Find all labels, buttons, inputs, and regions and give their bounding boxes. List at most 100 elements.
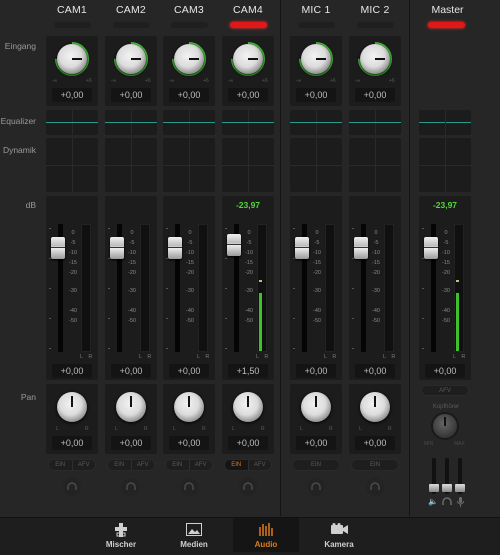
meter-channel-r: [204, 225, 207, 351]
pan-value[interactable]: +0,00: [52, 436, 92, 450]
solo-headphones-button[interactable]: [63, 478, 81, 496]
microphone-icon: [457, 497, 464, 509]
fader-handle[interactable]: [51, 237, 65, 259]
pan-value[interactable]: +0,00: [355, 436, 395, 450]
tally-indicator: [54, 22, 91, 28]
fader-handle[interactable]: [110, 237, 124, 259]
row-label-dynamics: Dynamik: [2, 145, 36, 155]
nav-audio-label: Audio: [254, 540, 278, 549]
master-dynamics-panel[interactable]: [419, 138, 471, 192]
fader-handle[interactable]: [442, 484, 452, 492]
nav-camera[interactable]: Kamera: [306, 518, 372, 552]
input-gain-value[interactable]: +0,00: [296, 88, 336, 102]
on-button[interactable]: EIN: [166, 460, 189, 470]
afv-button[interactable]: AFV: [71, 460, 96, 470]
input-gain-knob[interactable]: [301, 44, 331, 74]
input-gain-value[interactable]: +0,00: [111, 88, 151, 102]
knob-pointer: [374, 396, 376, 407]
solo-headphones-button[interactable]: [307, 478, 325, 496]
fader-scale-label: -30: [128, 288, 136, 294]
on-button[interactable]: EIN: [225, 460, 248, 470]
input-gain-knob[interactable]: [233, 44, 263, 74]
pan-value[interactable]: +0,00: [169, 436, 209, 450]
input-gain-value[interactable]: +0,00: [169, 88, 209, 102]
headphones-level-fader[interactable]: [442, 458, 452, 494]
nav-media[interactable]: Medien: [161, 518, 227, 552]
on-button[interactable]: EIN: [352, 460, 398, 470]
equalizer-panel[interactable]: [349, 110, 401, 135]
pan-value[interactable]: +0,00: [296, 436, 336, 450]
dynamics-panel[interactable]: [349, 138, 401, 192]
meter-channel-l: [200, 225, 203, 351]
pan-knob[interactable]: [360, 392, 390, 422]
equalizer-panel[interactable]: [163, 110, 215, 135]
channel-strip: CAM4 -∞ +6 +0,00 -23,97 0 -5 -10 -15 -20 -30 -40 -50…: [220, 0, 276, 516]
fader-value[interactable]: +0,00: [169, 364, 209, 378]
on-button[interactable]: EIN: [108, 460, 131, 470]
equalizer-panel[interactable]: [222, 110, 274, 135]
talkback-level-fader[interactable]: [455, 458, 465, 494]
input-gain-knob[interactable]: [174, 44, 204, 74]
channel-name: MIC 2: [360, 4, 390, 16]
fader-value[interactable]: +0,00: [111, 364, 151, 378]
input-gain-knob[interactable]: [116, 44, 146, 74]
speaker-level-fader[interactable]: [429, 458, 439, 494]
input-gain-knob[interactable]: [57, 44, 87, 74]
pan-value[interactable]: +0,00: [228, 436, 268, 450]
pan-value[interactable]: +0,00: [111, 436, 151, 450]
fader-handle[interactable]: [455, 484, 465, 492]
audio-mode-buttons: EIN AFV: [107, 459, 155, 471]
solo-headphones-button[interactable]: [180, 478, 198, 496]
nav-mixer[interactable]: Mischer: [88, 518, 154, 552]
input-gain-value[interactable]: +0,00: [52, 88, 92, 102]
fader-handle[interactable]: [227, 234, 241, 256]
fader-handle[interactable]: [424, 237, 438, 259]
fader-value[interactable]: +0,00: [425, 364, 465, 378]
equalizer-panel[interactable]: [46, 110, 98, 135]
equalizer-panel[interactable]: [290, 110, 342, 135]
level-meter: [198, 224, 208, 352]
dynamics-panel[interactable]: [163, 138, 215, 192]
dynamics-panel[interactable]: [222, 138, 274, 192]
knob-pointer: [247, 396, 249, 407]
input-gain-knob[interactable]: [360, 44, 390, 74]
pan-knob[interactable]: [233, 392, 263, 422]
fader-value[interactable]: +1,50: [228, 364, 268, 378]
nav-audio[interactable]: Audio: [233, 518, 299, 552]
master-eq-panel[interactable]: [419, 110, 471, 135]
input-gain-panel: -∞ +6 +0,00: [105, 34, 157, 106]
fader-value[interactable]: +0,00: [52, 364, 92, 378]
pan-knob[interactable]: [57, 392, 87, 422]
on-button[interactable]: EIN: [49, 460, 72, 470]
pan-knob[interactable]: [174, 392, 204, 422]
fader-handle[interactable]: [168, 237, 182, 259]
headphones-volume-knob[interactable]: [433, 414, 457, 438]
dynamics-panel[interactable]: [46, 138, 98, 192]
afv-button[interactable]: AFV: [247, 460, 272, 470]
fader-handle[interactable]: [295, 237, 309, 259]
pan-knob[interactable]: [116, 392, 146, 422]
tick-mark: [108, 318, 110, 319]
master-afv-button[interactable]: AFV: [421, 385, 469, 396]
fader-scale-label: -15: [372, 260, 380, 266]
fader-value[interactable]: +0,00: [355, 364, 395, 378]
dynamics-panel[interactable]: [290, 138, 342, 192]
fader-handle[interactable]: [354, 237, 368, 259]
media-icon: [186, 523, 202, 536]
solo-headphones-button[interactable]: [239, 478, 257, 496]
fader-handle[interactable]: [429, 484, 439, 492]
pan-knob[interactable]: [301, 392, 331, 422]
afv-button[interactable]: AFV: [188, 460, 213, 470]
equalizer-panel[interactable]: [105, 110, 157, 135]
fader-scale-label: -5: [246, 240, 252, 246]
fader-scale-label: -10: [245, 250, 253, 256]
input-gain-value[interactable]: +0,00: [355, 88, 395, 102]
input-gain-value[interactable]: +0,00: [228, 88, 268, 102]
afv-button[interactable]: AFV: [130, 460, 155, 470]
solo-headphones-button[interactable]: [366, 478, 384, 496]
dynamics-panel[interactable]: [105, 138, 157, 192]
fader-value[interactable]: +0,00: [296, 364, 336, 378]
solo-headphones-button[interactable]: [122, 478, 140, 496]
on-button[interactable]: EIN: [293, 460, 339, 470]
fader-scale-label: -50: [128, 318, 136, 324]
